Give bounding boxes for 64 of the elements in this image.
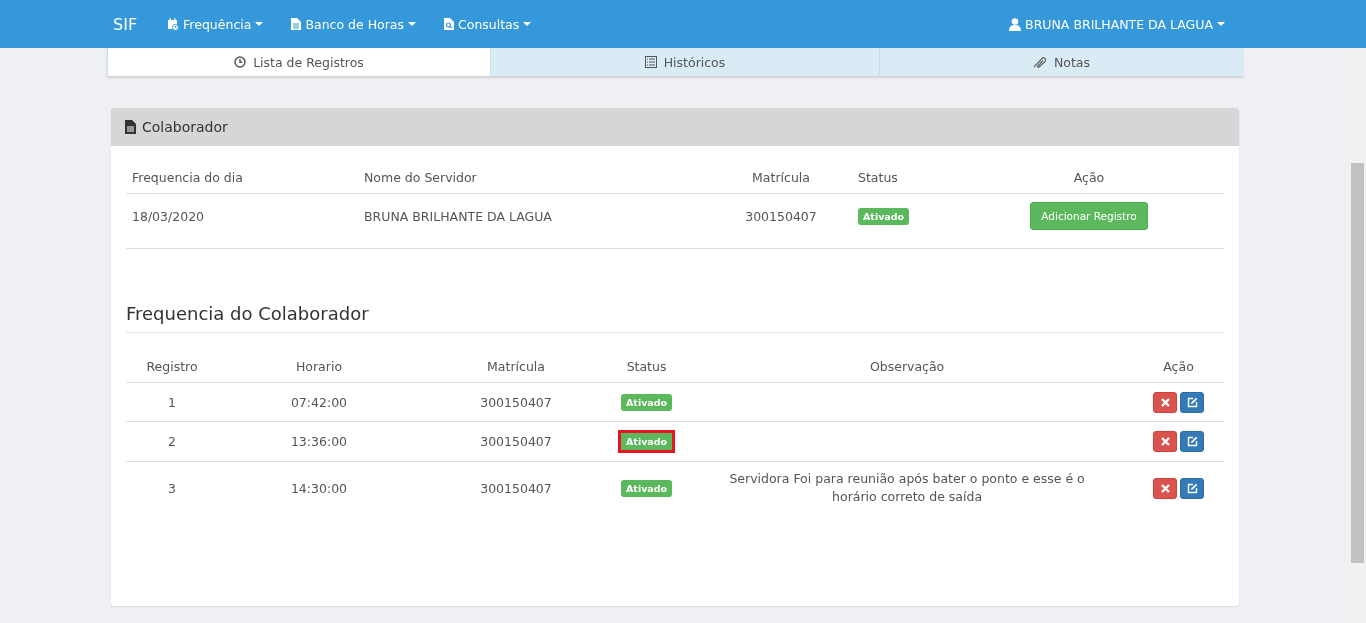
user-icon [1009, 17, 1022, 31]
user-menu[interactable]: BRUNA BRILHANTE DA LAGUA [1009, 16, 1225, 32]
list-icon [644, 56, 657, 68]
paperclip-icon [1032, 56, 1047, 68]
column-header: Matrícula [710, 160, 852, 194]
column-header: Registro [126, 349, 218, 383]
calendar-icon [167, 17, 180, 31]
status-badge: Ativado [618, 430, 676, 453]
table-cell: 07:42:00 [218, 382, 420, 422]
document-icon [125, 120, 136, 134]
table-cell: 2 [126, 421, 218, 462]
table-cell: 300150407 [710, 193, 852, 238]
delete-button[interactable] [1153, 391, 1178, 413]
delete-button[interactable] [1153, 431, 1178, 452]
document-icon [291, 18, 302, 30]
status-badge: Ativado [621, 393, 673, 411]
table-cell: 300150407 [420, 421, 612, 462]
edit-button[interactable] [1180, 477, 1205, 499]
column-header: Matrícula [420, 349, 612, 383]
caret-icon [523, 22, 532, 26]
table-cell: 3 [126, 461, 218, 514]
brand-link[interactable]: SIF [113, 14, 138, 34]
nav-menu[interactable]: Banco de Horas [291, 16, 416, 32]
caret-icon [408, 22, 416, 26]
table-cell: 13:36:00 [218, 421, 420, 462]
edit-button[interactable] [1180, 431, 1205, 452]
tab[interactable]: Notas [879, 48, 1243, 76]
caret-icon [1217, 22, 1225, 26]
panel-title: Colaborador [142, 119, 228, 135]
column-header: Ação [954, 160, 1224, 194]
close-icon [1160, 483, 1170, 493]
nav-menu[interactable]: Frequência [167, 16, 264, 32]
table-cell: 1 [126, 382, 218, 422]
document-search-icon [444, 18, 454, 30]
table-cell: 300150407 [420, 461, 612, 514]
column-header: Ação [1133, 349, 1224, 383]
clock-icon [234, 56, 247, 68]
table-cell: 18/03/2020 [126, 193, 358, 238]
section-title: Frequencia do Colaborador [126, 303, 1224, 333]
column-header: Status [852, 160, 954, 194]
column-header: Status [612, 349, 682, 383]
edit-icon [1186, 436, 1198, 447]
edit-button[interactable] [1180, 391, 1205, 413]
add-record-button[interactable]: Adicionar Registro [1030, 202, 1148, 230]
status-badge: Ativado [858, 207, 910, 225]
tab[interactable]: Históricos [490, 48, 879, 76]
delete-button[interactable] [1153, 477, 1178, 499]
close-icon [1160, 437, 1170, 446]
table-cell: BRUNA BRILHANTE DA LAGUA [358, 193, 710, 238]
nav-menu[interactable]: Consultas [444, 16, 532, 32]
edit-icon [1186, 482, 1198, 494]
observation-text: Servidora Foi para reunião após bater o ponto e esse é o horário correto de saída [728, 470, 1086, 506]
scrollbar-thumb[interactable] [1351, 163, 1364, 563]
caret-icon [255, 22, 264, 26]
column-header: Horario [218, 349, 420, 383]
table-cell: 14:30:00 [218, 461, 420, 514]
edit-icon [1186, 396, 1198, 408]
table-cell: 300150407 [420, 382, 612, 422]
column-header: Nome do Servidor [358, 160, 710, 194]
column-header: Observação [681, 349, 1134, 383]
close-icon [1160, 397, 1170, 407]
column-header: Frequencia do dia [126, 160, 358, 194]
tab[interactable]: Lista de Registros [107, 48, 490, 76]
status-badge: Ativado [621, 479, 673, 497]
